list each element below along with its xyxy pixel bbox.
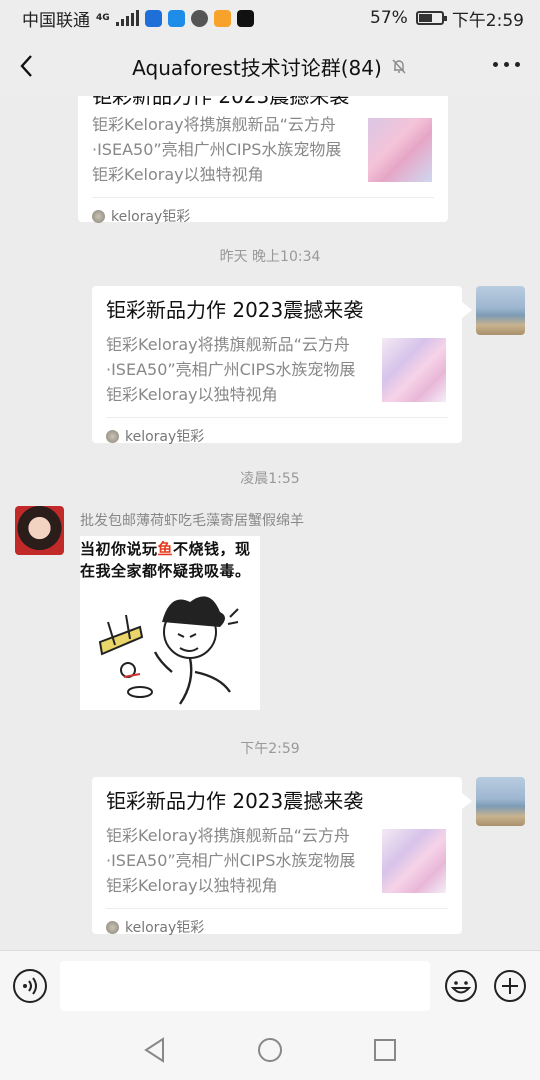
card-desc-line: 钜彩Keloray将携旗舰新品“云方舟: [106, 826, 350, 845]
card-desc-line: 钜彩Keloray以独特视角: [106, 876, 278, 895]
card-source: keloray钜彩: [111, 209, 191, 225]
chat-header: Aquaforest技术讨论群(84): [0, 36, 540, 96]
browser-app-icon: [190, 9, 208, 27]
more-options-icon[interactable]: [493, 62, 520, 67]
voice-input-button[interactable]: [13, 969, 47, 1003]
chat-title: Aquaforest技术讨论群(84): [132, 55, 382, 80]
card-thumbnail: [382, 829, 446, 893]
bubble-tail: [462, 302, 472, 318]
link-card[interactable]: 钜彩新品力作 2023震撼来袭 钜彩Keloray将携旗舰新品“云方舟 ·ISE…: [92, 286, 462, 445]
sticker-message[interactable]: 当初你说玩鱼不烧钱，现 在我全家都怀疑我吸毒。: [80, 536, 260, 710]
mute-bell-icon: [392, 59, 406, 74]
source-logo-icon: [106, 429, 119, 443]
clock: 下午2:59: [451, 10, 524, 31]
sticker-caption: 当初你说玩鱼不烧钱，现 在我全家都怀疑我吸毒。: [80, 540, 251, 580]
my-avatar[interactable]: [476, 777, 525, 826]
card-title: 钜彩新品力作 2023震撼来袭: [106, 298, 364, 322]
input-bar: [0, 950, 540, 1022]
card-desc-line: ·ISEA50”亮相广州CIPS水族宠物展: [92, 140, 342, 159]
card-desc-line: 钜彩Keloray将携旗舰新品“云方舟: [106, 335, 350, 354]
voice-icon: [23, 977, 37, 995]
add-more-icon[interactable]: [493, 969, 527, 1003]
status-bar: 中国联通 4G 57% 下午2:59: [0, 0, 540, 36]
timestamp: 下午2:59: [240, 741, 300, 757]
cloud-app-icon: [167, 9, 185, 27]
card-title: 钜彩新品力作 2023震撼来袭: [92, 96, 350, 108]
card-thumbnail: [368, 118, 432, 182]
meme-drawing-icon: [98, 596, 239, 705]
card-desc-line: ·ISEA50”亮相广州CIPS水族宠物展: [106, 360, 356, 379]
system-nav-bar: [0, 1022, 540, 1080]
back-arrow-icon[interactable]: [14, 52, 42, 80]
signal-icon: [115, 10, 139, 26]
message-input[interactable]: [60, 961, 430, 1011]
shield-app-icon: [144, 9, 162, 27]
card-desc-line: 钜彩Keloray将携旗舰新品“云方舟: [92, 115, 336, 134]
tiktok-app-icon: [236, 9, 254, 27]
card-source: keloray钜彩: [125, 920, 205, 936]
message-list[interactable]: 钜彩新品力作 2023震撼来袭 钜彩Keloray将携旗舰新品“云方舟 ·ISE…: [0, 96, 540, 950]
card-desc-line: 钜彩Keloray以独特视角: [92, 165, 264, 184]
sender-avatar[interactable]: [15, 506, 64, 555]
timestamp: 昨天 晚上10:34: [219, 249, 321, 265]
card-desc-line: ·ISEA50”亮相广州CIPS水族宠物展: [106, 851, 356, 870]
battery-percent: 57%: [370, 8, 408, 28]
nav-recents-icon[interactable]: [373, 1038, 397, 1062]
fire-app-icon: [213, 9, 231, 27]
my-avatar[interactable]: [476, 286, 525, 335]
nav-back-icon[interactable]: [143, 1037, 167, 1063]
card-desc-line: 钜彩Keloray以独特视角: [106, 385, 278, 404]
battery-icon: [415, 11, 447, 25]
sender-name: 批发包邮薄荷虾吃毛藻寄居蟹假绵羊: [80, 513, 304, 529]
network-type: 4G: [96, 12, 110, 23]
card-title: 钜彩新品力作 2023震撼来袭: [106, 789, 364, 813]
card-source: keloray钜彩: [125, 429, 205, 445]
source-logo-icon: [92, 209, 105, 223]
nav-home-icon[interactable]: [257, 1037, 283, 1063]
link-card[interactable]: 钜彩新品力作 2023震撼来袭 钜彩Keloray将携旗舰新品“云方舟 ·ISE…: [78, 96, 448, 225]
source-logo-icon: [106, 920, 119, 934]
card-thumbnail: [382, 338, 446, 402]
link-card[interactable]: 钜彩新品力作 2023震撼来袭 钜彩Keloray将携旗舰新品“云方舟 ·ISE…: [92, 777, 462, 936]
carrier-label: 中国联通: [22, 10, 90, 31]
emoji-icon[interactable]: [444, 969, 478, 1003]
timestamp: 凌晨1:55: [240, 471, 300, 487]
bubble-tail: [462, 793, 472, 809]
